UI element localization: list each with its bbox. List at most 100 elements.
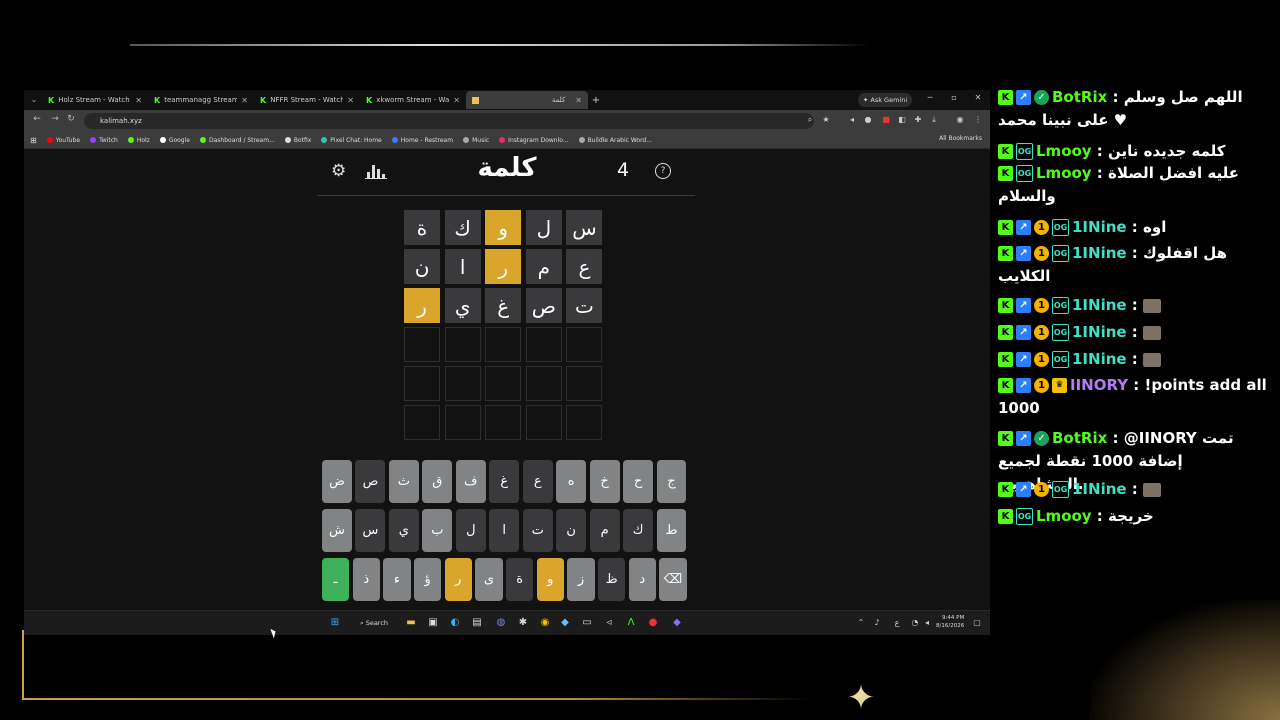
close-tab-icon[interactable]: ✕ bbox=[347, 96, 354, 105]
key-ك[interactable]: ك bbox=[623, 509, 654, 552]
profile-icon[interactable]: ◉ bbox=[954, 114, 966, 126]
key-ر[interactable]: ر bbox=[444, 558, 472, 601]
chat-username[interactable]: BotRix bbox=[1052, 429, 1107, 447]
close-window-button[interactable]: ✕ bbox=[968, 93, 988, 102]
key-س[interactable]: س bbox=[355, 509, 386, 552]
windows-start-icon[interactable]: ⊞ bbox=[328, 616, 342, 630]
bookmark-buildle[interactable]: Buildle Arabic Word... bbox=[578, 137, 652, 144]
forward-icon[interactable]: → bbox=[48, 114, 62, 124]
app-icon[interactable]: ◆ bbox=[670, 616, 684, 630]
key-ش[interactable]: ش bbox=[322, 509, 352, 552]
key-ف[interactable]: ف bbox=[455, 460, 486, 503]
url-input[interactable]: kalimah.xyz bbox=[84, 113, 814, 129]
mic-icon[interactable]: ♪ bbox=[870, 616, 884, 630]
close-tab-icon[interactable]: ✕ bbox=[453, 96, 460, 105]
file-explorer-icon[interactable]: ▬ bbox=[404, 616, 418, 630]
new-tab-button[interactable]: + bbox=[588, 95, 604, 106]
backspace-key[interactable]: ⌫ bbox=[659, 558, 687, 601]
chevron-up-icon[interactable]: ⌃ bbox=[854, 616, 868, 630]
key-ز[interactable]: ز bbox=[567, 558, 595, 601]
key-ن[interactable]: ن bbox=[556, 509, 587, 552]
enter-key[interactable]: ـ bbox=[322, 558, 350, 601]
bookmark-youtube[interactable]: YouTube bbox=[46, 137, 80, 144]
stats-chart-icon[interactable] bbox=[365, 163, 387, 179]
bookmark-holz[interactable]: Holz bbox=[127, 137, 150, 144]
key-ع[interactable]: ع bbox=[522, 460, 553, 503]
chat-username[interactable]: 1INine bbox=[1072, 296, 1127, 314]
key-ة[interactable]: ة bbox=[506, 558, 534, 601]
steam-icon[interactable]: ◆ bbox=[558, 616, 572, 630]
key-ا[interactable]: ا bbox=[489, 509, 520, 552]
tab-search-icon[interactable]: ⌄ bbox=[26, 92, 42, 108]
key-ب[interactable]: ب bbox=[422, 509, 453, 552]
reload-icon[interactable]: ↻ bbox=[64, 114, 78, 124]
more-menu-icon[interactable]: ⋮ bbox=[972, 114, 984, 126]
tab-kalimah[interactable]: كلمة ✕ bbox=[466, 91, 588, 109]
volume-icon[interactable]: ◂ bbox=[920, 616, 934, 630]
key-ظ[interactable]: ظ bbox=[598, 558, 626, 601]
chat-username[interactable]: 1INine bbox=[1072, 218, 1127, 236]
key-ث[interactable]: ث bbox=[388, 460, 419, 503]
all-bookmarks-button[interactable]: All Bookmarks bbox=[939, 135, 982, 142]
extension-icon[interactable]: ● bbox=[862, 114, 874, 126]
app-icon[interactable]: ◃ bbox=[602, 616, 616, 630]
key-غ[interactable]: غ bbox=[489, 460, 520, 503]
taskbar-clock[interactable]: 9:44 PM 8/16/2026 bbox=[936, 614, 964, 630]
bookmark-star-icon[interactable]: ★ bbox=[820, 114, 832, 126]
tab-holz[interactable]: KHolz Stream - Watch Live on Ki✕ bbox=[42, 91, 148, 109]
tab-nffr[interactable]: KNFFR Stream - Watch Live on K✕ bbox=[254, 91, 360, 109]
bookmark-restream[interactable]: Home - Restream bbox=[391, 137, 453, 144]
key-ؤ[interactable]: ؤ bbox=[414, 558, 442, 601]
chat-username[interactable]: 1INine bbox=[1072, 244, 1127, 262]
chat-username[interactable]: BotRix bbox=[1052, 88, 1107, 106]
apps-grid-icon[interactable]: ⊞ bbox=[30, 136, 37, 145]
app-icon[interactable]: ▭ bbox=[580, 616, 594, 630]
key-ي[interactable]: ي bbox=[388, 509, 419, 552]
key-ط[interactable]: ط bbox=[656, 509, 687, 552]
key-ص[interactable]: ص bbox=[355, 460, 386, 503]
extension-icon[interactable]: ◧ bbox=[896, 114, 908, 126]
taskbar-search[interactable]: ⌕ Search bbox=[354, 615, 394, 631]
language-indicator[interactable]: ع bbox=[890, 616, 904, 630]
discord-icon[interactable]: ◍ bbox=[494, 616, 508, 630]
edge-icon[interactable]: ◐ bbox=[448, 616, 462, 630]
bookmark-music[interactable]: Music bbox=[463, 137, 489, 144]
key-د[interactable]: د bbox=[628, 558, 656, 601]
speaker-icon[interactable]: ◂ bbox=[846, 114, 858, 126]
minimize-button[interactable]: ─ bbox=[920, 93, 940, 102]
key-ح[interactable]: ح bbox=[623, 460, 654, 503]
notification-icon[interactable]: ▢ bbox=[970, 616, 984, 630]
settings-gear-icon[interactable]: ⚙ bbox=[331, 161, 346, 181]
key-و[interactable]: و bbox=[536, 558, 564, 601]
key-ى[interactable]: ى bbox=[475, 558, 503, 601]
chat-username[interactable]: IINORY bbox=[1070, 376, 1128, 394]
bookmark-instagram[interactable]: Instagram Downlo... bbox=[499, 137, 569, 144]
bookmark-botfix[interactable]: Botfix bbox=[284, 137, 311, 144]
help-icon[interactable]: ? bbox=[655, 163, 671, 179]
close-tab-icon[interactable]: ✕ bbox=[135, 96, 142, 105]
record-icon[interactable]: ■ bbox=[880, 114, 892, 126]
chat-username[interactable]: 1INine bbox=[1072, 323, 1127, 341]
download-icon[interactable]: ⤓ bbox=[928, 114, 940, 126]
key-ق[interactable]: ق bbox=[422, 460, 453, 503]
bookmark-twitch[interactable]: Twitch bbox=[90, 137, 118, 144]
bookmark-pixel-chat[interactable]: Pixel Chat: Home bbox=[321, 137, 382, 144]
key-ه[interactable]: ه bbox=[556, 460, 587, 503]
tab-xkworm[interactable]: Kxkworm Stream - Watch Live on✕ bbox=[360, 91, 466, 109]
chat-username[interactable]: Lmooy bbox=[1036, 142, 1092, 160]
back-icon[interactable]: ← bbox=[30, 114, 44, 124]
key-ء[interactable]: ء bbox=[383, 558, 411, 601]
key-ض[interactable]: ض bbox=[322, 460, 352, 503]
chat-username[interactable]: 1INine bbox=[1072, 480, 1127, 498]
key-م[interactable]: م bbox=[589, 509, 620, 552]
close-tab-icon[interactable]: ✕ bbox=[575, 96, 582, 105]
ask-gemini-button[interactable]: ✦ Ask Gemini bbox=[858, 93, 912, 107]
zoom-icon[interactable]: ⌕ bbox=[804, 114, 816, 126]
puzzle-icon[interactable]: ✚ bbox=[912, 114, 924, 126]
key-ت[interactable]: ت bbox=[522, 509, 553, 552]
key-ذ[interactable]: ذ bbox=[352, 558, 380, 601]
maximize-button[interactable]: ▫ bbox=[944, 93, 964, 102]
chat-username[interactable]: 1INine bbox=[1072, 350, 1127, 368]
close-tab-icon[interactable]: ✕ bbox=[241, 96, 248, 105]
bookmark-google[interactable]: Google bbox=[159, 137, 190, 144]
